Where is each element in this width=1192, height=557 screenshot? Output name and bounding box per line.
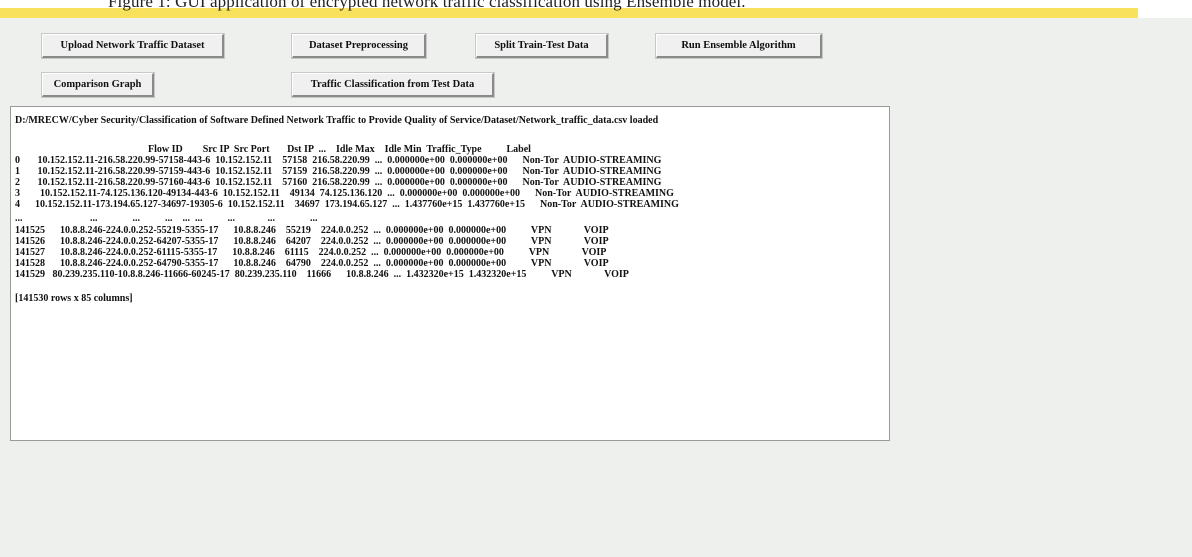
table-row: 4 10.152.152.11-173.194.65.127-34697-193… <box>15 199 679 210</box>
output-text-area[interactable]: D:/MRECW/Cyber Security/Classification o… <box>10 106 890 441</box>
upload-dataset-button[interactable]: Upload Network Traffic Dataset <box>42 34 224 58</box>
dataset-preprocessing-button[interactable]: Dataset Preprocessing <box>292 34 426 58</box>
row-column-summary: [141530 rows x 85 columns] <box>15 293 133 304</box>
figure-caption-strip: Figure 1: GUI application of encrypted n… <box>0 0 1192 18</box>
table-row: 2 10.152.152.11-216.58.220.99-57160-443-… <box>15 177 662 188</box>
table-header: Flow ID Src IP Src Port Dst IP ... Idle … <box>148 144 531 155</box>
dataset-loaded-message: D:/MRECW/Cyber Security/Classification o… <box>15 115 659 126</box>
split-train-test-button[interactable]: Split Train-Test Data <box>476 34 608 58</box>
traffic-classification-button[interactable]: Traffic Classification from Test Data <box>292 73 494 97</box>
table-row: 141527 10.8.8.246-224.0.0.252-61115-5355… <box>15 247 607 258</box>
table-row: 1 10.152.152.11-216.58.220.99-57159-443-… <box>15 166 662 177</box>
table-row: 141525 10.8.8.246-224.0.0.252-55219-5355… <box>15 225 609 236</box>
table-row: 141526 10.8.8.246-224.0.0.252-64207-5355… <box>15 236 609 247</box>
run-ensemble-button[interactable]: Run Ensemble Algorithm <box>656 34 822 58</box>
table-row: 141529 80.239.235.110-10.8.8.246-11666-6… <box>15 269 629 280</box>
figure-caption: Figure 1: GUI application of encrypted n… <box>108 0 746 11</box>
table-row: 0 10.152.152.11-216.58.220.99-57158-443-… <box>15 155 662 166</box>
table-row: 141528 10.8.8.246-224.0.0.252-64790-5355… <box>15 258 609 269</box>
table-row: 3 10.152.152.11-74.125.136.120-49134-443… <box>15 188 674 199</box>
ellipsis-row: ... ... ... ... ... ... ... ... ... <box>15 213 318 224</box>
comparison-graph-button[interactable]: Comparison Graph <box>42 73 154 97</box>
